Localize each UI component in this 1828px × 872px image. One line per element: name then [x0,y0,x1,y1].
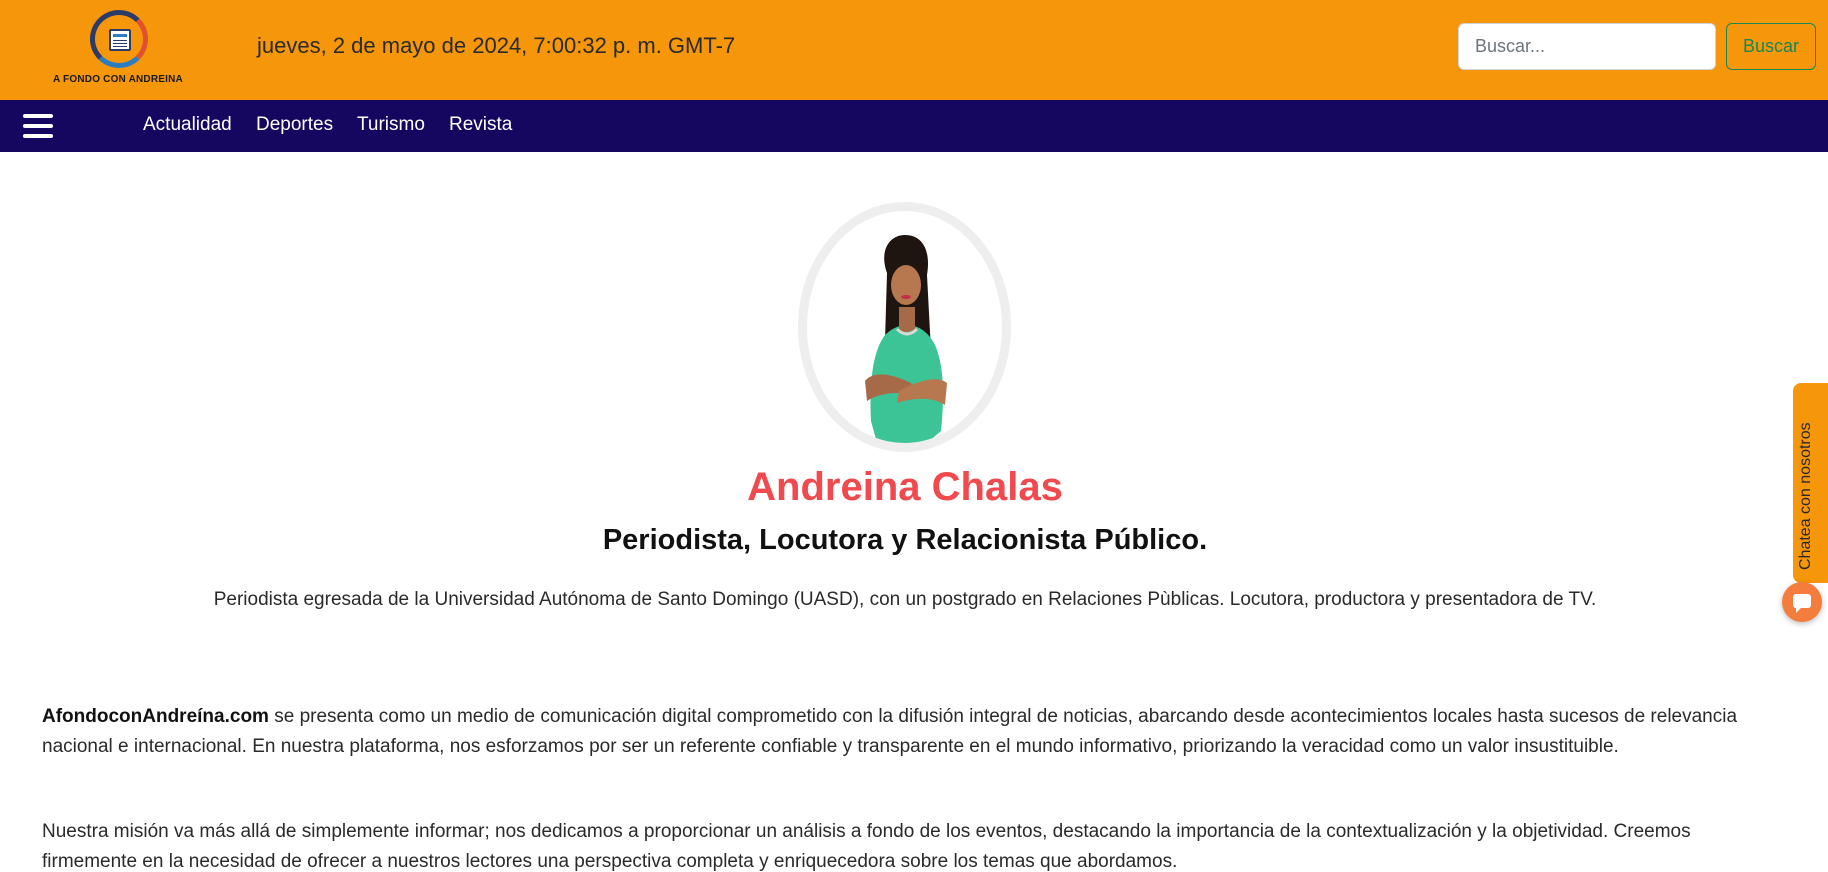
about-paragraph-1: AfondoconAndreína.com se presenta como u… [42,702,1782,762]
search-input[interactable] [1458,23,1716,70]
about-paragraph-2: Nuestra misión va más allá de simplement… [42,821,1691,872]
main-navbar: Actualidad Deportes Turismo Revista [0,100,1828,152]
profile-photo [865,235,947,443]
hamburger-menu-icon[interactable] [23,113,53,139]
search-button[interactable]: Buscar [1726,23,1816,70]
profile-bio: Periodista egresada de la Universidad Au… [213,589,1597,610]
chat-tab-label[interactable]: Chatea con nosotros [1797,422,1815,570]
chat-icon [1793,594,1811,613]
nav-item-deportes[interactable]: Deportes [256,114,333,136]
profile-name: Andreina Chalas [747,465,1063,509]
nav-item-revista[interactable]: Revista [449,114,512,136]
chat-bubble-button[interactable] [1782,582,1822,622]
current-datetime: jueves, 2 de mayo de 2024, 7:00:32 p. m.… [257,33,736,58]
top-header: A FONDO CON ANDREINA jueves, 2 de mayo d… [0,0,1828,100]
nav-item-turismo[interactable]: Turismo [357,114,425,136]
about-paragraph-1-text: se presenta como un medio de comunicació… [42,706,1738,757]
logo-emblem-icon [90,10,148,68]
profile-avatar [798,202,1011,452]
profile-role: Periodista, Locutora y Relacionista Públ… [602,524,1208,556]
newspaper-icon [109,29,131,51]
site-logo[interactable]: A FONDO CON ANDREINA [48,8,188,88]
brand-name: AfondoconAndreína.com [42,706,269,727]
logo-text: A FONDO CON ANDREINA [53,74,183,85]
nav-item-actualidad[interactable]: Actualidad [143,114,232,136]
